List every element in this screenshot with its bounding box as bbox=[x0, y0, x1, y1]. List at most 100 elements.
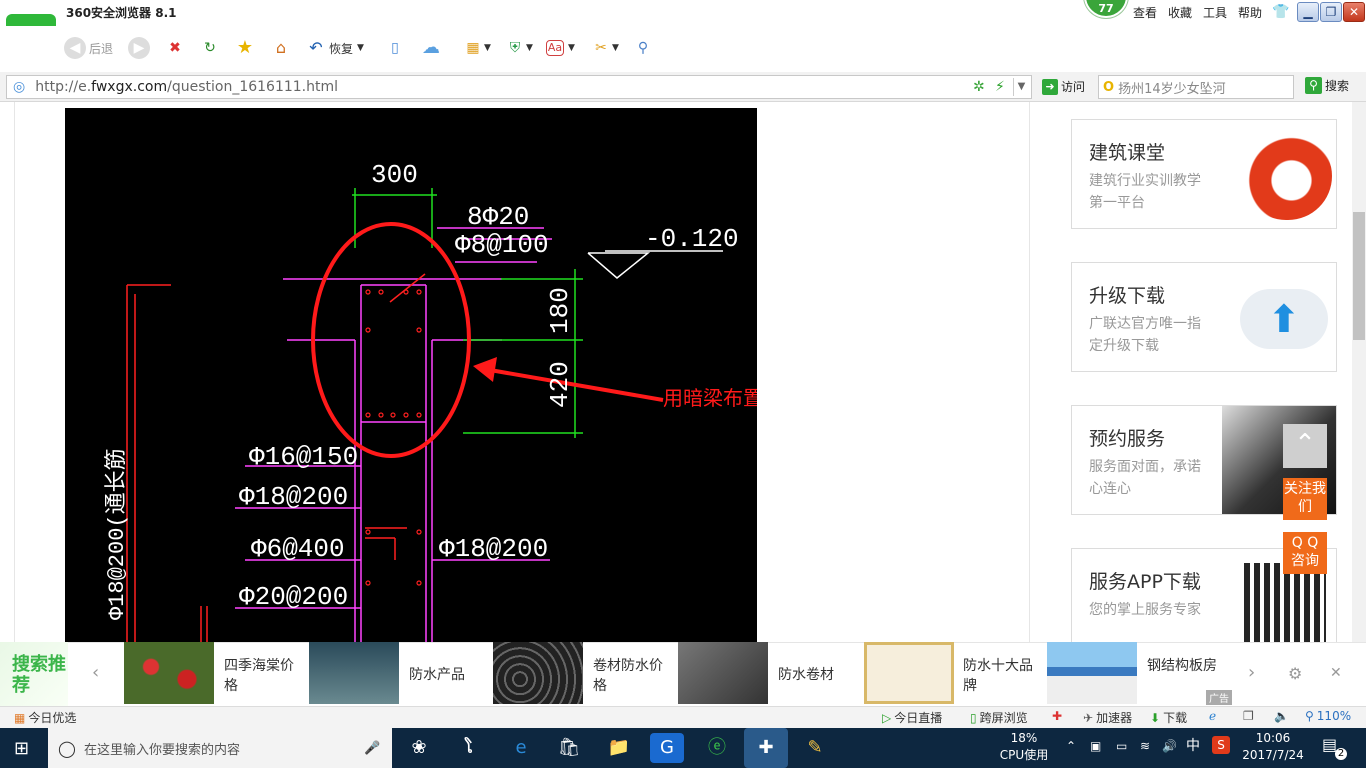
visit-button[interactable]: ➜ 访问 bbox=[1042, 78, 1085, 95]
qq-consult-button[interactable]: Q Q 咨询 bbox=[1283, 532, 1327, 574]
promo-label[interactable]: 钢结构板房 bbox=[1147, 656, 1227, 676]
favorite-button[interactable]: ★ bbox=[234, 36, 256, 60]
page-icon: ◎ bbox=[13, 79, 26, 95]
phone-icon: ▯ bbox=[970, 710, 977, 725]
rebar-label-1: Φ16@150 bbox=[249, 442, 358, 472]
title-bar bbox=[0, 0, 1366, 26]
card-title: 升级下载 bbox=[1089, 285, 1166, 307]
cpu-label: CPU使用 bbox=[999, 748, 1049, 762]
taskbar-search-input[interactable]: ◯ 在这里输入你要搜索的内容 🎤 bbox=[48, 728, 392, 768]
back-to-top-button[interactable]: ⌃ bbox=[1283, 424, 1327, 468]
cross-screen[interactable]: ▯ 跨屏浏览 bbox=[970, 709, 1028, 726]
promo-label[interactable]: 防水卷材 bbox=[778, 665, 858, 685]
task-view-icon[interactable]: ❀ bbox=[402, 733, 436, 763]
close-button[interactable]: ✕ bbox=[1343, 2, 1365, 22]
today-picks[interactable]: ▦ 今日优选 bbox=[14, 709, 76, 726]
ime-indicator[interactable]: 中 bbox=[1186, 738, 1200, 755]
notes-icon[interactable]: ✎ bbox=[798, 733, 832, 763]
promo-thumb-begonia[interactable] bbox=[124, 642, 214, 704]
download-manager[interactable]: ⬇ 下载 bbox=[1150, 709, 1187, 726]
promo-thumb-certificate[interactable] bbox=[864, 642, 954, 704]
search-input[interactable]: O 扬州14岁少女坠河 bbox=[1098, 75, 1294, 99]
scrollbar-thumb[interactable] bbox=[1353, 212, 1365, 340]
tray-expand-icon[interactable]: ⌃ bbox=[1066, 738, 1076, 755]
maximize-button[interactable]: ❐ bbox=[1320, 2, 1342, 22]
card-title: 建筑课堂 bbox=[1089, 142, 1166, 164]
speed-icon[interactable]: ⚡ bbox=[995, 79, 1005, 95]
promo-thumb-steel-house[interactable] bbox=[1047, 642, 1137, 704]
security-button[interactable]: ⛨ ▼ bbox=[504, 36, 533, 60]
browser-360-icon[interactable]: ⓔ bbox=[700, 733, 734, 763]
minimize-button[interactable]: ▁ bbox=[1297, 2, 1319, 22]
cpu-meter[interactable]: 18% CPU使用 bbox=[998, 730, 1050, 764]
forward-button[interactable]: ▶ bbox=[128, 36, 150, 60]
url-dropdown-icon[interactable]: ▼ bbox=[1013, 78, 1029, 96]
file-explorer-icon[interactable]: 📁 bbox=[602, 733, 636, 763]
promo-thumb-waterproof[interactable] bbox=[309, 642, 399, 704]
ie-icon[interactable]: ℯ bbox=[1209, 709, 1216, 723]
promo-label[interactable]: 四季海棠价格 bbox=[224, 656, 304, 696]
windows-start-icon[interactable]: ⊞ bbox=[14, 738, 29, 759]
home-icon: ⌂ bbox=[275, 38, 287, 57]
sogou-icon[interactable]: S bbox=[1212, 736, 1230, 754]
chevron-down-icon: ▼ bbox=[526, 43, 533, 53]
menu-help[interactable]: 帮助 bbox=[1238, 4, 1262, 21]
visit-label: 访问 bbox=[1061, 80, 1086, 94]
wifi-icon[interactable]: ≋ bbox=[1140, 738, 1150, 755]
promo-label[interactable]: 卷材防水价格 bbox=[593, 656, 673, 696]
battery-icon[interactable]: ▭ bbox=[1116, 738, 1127, 755]
speaker-icon[interactable]: 🔊 bbox=[1162, 738, 1177, 755]
window-icon[interactable]: ❐ bbox=[1243, 709, 1254, 723]
today-live[interactable]: ▷ 今日直播 bbox=[882, 709, 942, 726]
health-icon[interactable]: ✚ bbox=[1052, 709, 1062, 723]
skin-icon[interactable]: 👕 bbox=[1272, 4, 1290, 20]
volume-icon[interactable]: 🔈 bbox=[1274, 709, 1289, 723]
restore-button[interactable]: ↶ 恢复 ▼ bbox=[305, 36, 364, 60]
zoom-button[interactable]: ⚲ bbox=[632, 36, 654, 60]
card-course[interactable]: 建筑课堂 建筑行业实训教学第一平台 bbox=[1071, 119, 1337, 229]
magnifier-icon: ⚲ bbox=[637, 40, 649, 56]
search-button[interactable]: ⚲ 搜索 bbox=[1305, 77, 1349, 94]
today-picks-label: 今日优选 bbox=[28, 711, 77, 725]
store-icon[interactable]: 🛍 bbox=[552, 733, 586, 763]
menu-tools[interactable]: 工具 bbox=[1203, 4, 1227, 21]
promo-next-icon[interactable]: › bbox=[1248, 662, 1255, 683]
screenshot-button[interactable]: ✂ ▼ bbox=[590, 36, 619, 60]
promo-prev-icon[interactable]: ‹ bbox=[92, 662, 99, 683]
translate-button[interactable]: Aa ▼ bbox=[546, 36, 575, 60]
cloud-button[interactable]: ☁ bbox=[416, 36, 446, 60]
refresh-button[interactable]: ↻ bbox=[199, 36, 221, 60]
back-button[interactable]: ◀ 后退 bbox=[64, 36, 113, 60]
zoom-level[interactable]: ⚲ 110% bbox=[1305, 709, 1351, 723]
promo-label[interactable]: 防水十大品牌 bbox=[963, 656, 1043, 696]
url-input[interactable]: ◎ http://e. fwxgx.com/question_1616111.ht… bbox=[6, 75, 1032, 99]
home-button[interactable]: ⌂ bbox=[270, 36, 292, 60]
promo-thumb-rolls[interactable] bbox=[493, 642, 583, 704]
promo-thumb-roofing[interactable] bbox=[678, 642, 768, 704]
glodon-app-icon[interactable]: G bbox=[650, 733, 684, 763]
app-swirl-icon[interactable]: ໂ bbox=[452, 733, 486, 763]
promo-label[interactable]: 防水产品 bbox=[409, 665, 489, 685]
gear-icon[interactable]: ⚙ bbox=[1288, 664, 1302, 683]
clock[interactable]: 10:06 2017/7/24 bbox=[1240, 730, 1306, 764]
mobile-button[interactable]: ▯ bbox=[384, 36, 406, 60]
menu-view[interactable]: 查看 bbox=[1133, 4, 1157, 21]
active-app-icon[interactable]: ✚ bbox=[744, 728, 788, 768]
apps-button[interactable]: ▦ ▼ bbox=[462, 36, 491, 60]
accelerator[interactable]: ✈ 加速器 bbox=[1083, 709, 1132, 726]
follow-us-button[interactable]: 关注我们 bbox=[1283, 478, 1327, 520]
edge-icon[interactable]: e bbox=[504, 733, 538, 763]
close-icon[interactable]: ✕ bbox=[1330, 665, 1342, 681]
clock-time: 10:06 bbox=[1255, 731, 1291, 745]
card-upgrade[interactable]: 升级下载 广联达官方唯一指定升级下载 ⬆ bbox=[1071, 262, 1337, 372]
stop-button[interactable]: ✖ bbox=[164, 36, 186, 60]
compat-icon[interactable]: ✲ bbox=[973, 79, 985, 95]
rebar-label-4: Φ18@200 bbox=[439, 534, 548, 564]
apps-grid-icon: ▦ bbox=[466, 40, 480, 56]
page-scrollbar[interactable] bbox=[1352, 102, 1366, 642]
cloud-icon: ☁ bbox=[422, 37, 440, 58]
menu-favorites[interactable]: 收藏 bbox=[1168, 4, 1192, 21]
nvidia-icon[interactable]: ▣ bbox=[1090, 738, 1101, 755]
url-path: /question_1616111.html bbox=[167, 79, 339, 95]
accelerator-label: 加速器 bbox=[1096, 711, 1133, 725]
